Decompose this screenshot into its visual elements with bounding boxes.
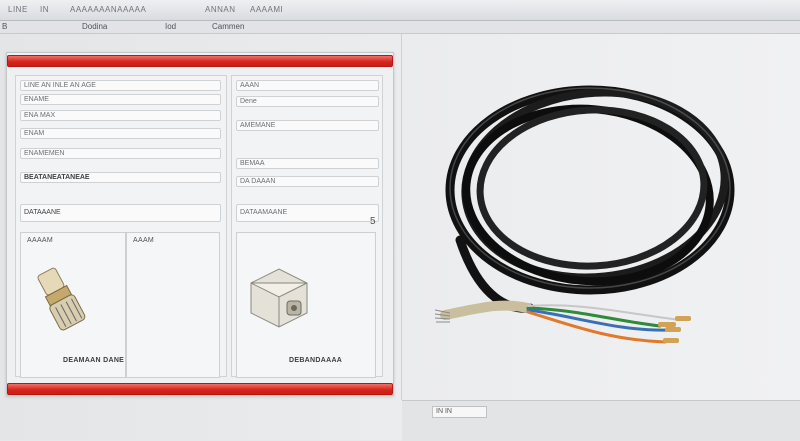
dialog-footer-bar [7,383,393,395]
status-strip: IN IN [402,400,800,441]
title-bar: LINE IN AAAAAAANAAAAA ANNAN AAAAMI [0,0,800,21]
right-field-1[interactable]: AAAN [236,80,379,91]
properties-panel-left: LINE AN INLE AN AGE ENAME ENA MAX ENAM E… [15,75,227,378]
title-segment-4: ANNAN [205,5,236,14]
menu-bar: B Dodina Iod Cammen [0,21,800,34]
menu-item-b[interactable]: B [2,22,7,31]
properties-panel-right: AAAN Dene AMEMANE BEMAA DA DAAAN DATAAMA… [231,75,383,378]
preview-caption-1: DEAMAAN DANE [63,357,125,364]
preview-caption-3: DEBANDAAAA [289,357,343,364]
right-field-2[interactable]: Dene [236,96,379,107]
right-field-5[interactable]: DA DAAAN [236,176,379,187]
cable-coil-image [434,85,735,344]
field-row-3[interactable]: ENA MAX [20,110,221,121]
selected-item[interactable]: DATAAANE [20,204,221,222]
right-field-4[interactable]: BEMAA [236,158,379,169]
field-row-6[interactable]: BEATANEATANEAE [20,172,221,183]
status-field[interactable]: IN IN [432,406,487,418]
right-field-6[interactable]: DATAAMAANE [236,204,379,222]
field-row-4[interactable]: ENAM [20,128,221,139]
menu-item-iod[interactable]: Iod [165,22,176,31]
connector-pin-icon [37,267,86,331]
menu-item-dodina[interactable]: Dodina [82,22,107,31]
preview-label-1: AAAAM [27,237,54,244]
title-segment-3: AAAAAAANAAAAA [70,5,147,14]
connector-housing-icon [250,268,308,328]
field-row-2[interactable]: ENAME [20,94,221,105]
connector-preview-3: DEBANDAAAA [236,232,376,378]
field-row-1[interactable]: LINE AN INLE AN AGE [20,80,221,91]
pane-divider [401,34,402,400]
cable-properties-dialog: LINE AN INLE AN AGE ENAME ENA MAX ENAM E… [6,52,394,396]
title-segment-5: AAAAMI [250,5,284,14]
dialog-title-bar[interactable] [7,55,393,67]
side-marker: 5 [370,216,376,227]
preview-label-2: AAAM [133,237,155,244]
connector-preview-2: AAAM [126,232,220,378]
title-segment-1: LINE [8,5,28,14]
right-field-3[interactable]: AMEMANE [236,120,379,131]
menu-item-cammen[interactable]: Cammen [212,22,244,31]
title-segment-2: IN [40,5,49,14]
connector-preview-1: AAAAM DEAMAAN DANE [20,232,126,378]
field-row-5[interactable]: ENAMEMEN [20,148,221,159]
